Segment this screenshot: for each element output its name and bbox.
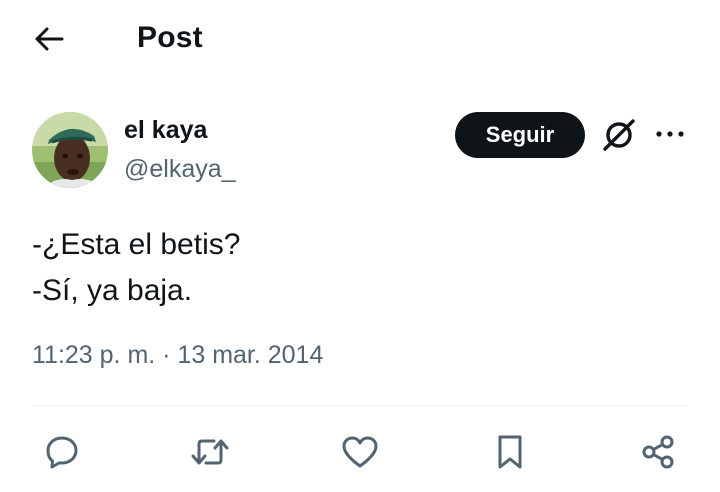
share-icon — [642, 435, 674, 469]
arrow-left-icon — [35, 27, 64, 51]
repost-button[interactable] — [190, 432, 230, 472]
reply-icon — [46, 436, 78, 469]
more-horizontal-icon[interactable] — [654, 126, 686, 142]
share-button[interactable] — [638, 432, 678, 472]
tweet-text: -¿Esta el betis? -Sí, ya baja. — [32, 222, 672, 314]
top-bar: Post — [0, 0, 720, 80]
repost-icon — [191, 439, 229, 465]
tweet-line: -¿Esta el betis? — [32, 228, 241, 261]
tweet-timestamp[interactable]: 11:23 p. m. · 13 mar. 2014 — [32, 341, 323, 370]
follow-button[interactable]: Seguir — [455, 112, 585, 158]
divider — [32, 405, 688, 406]
tweet-line: -Sí, ya baja. — [32, 274, 193, 307]
bookmark-icon — [498, 435, 522, 469]
bookmark-button[interactable] — [490, 432, 530, 472]
like-button[interactable] — [340, 432, 380, 472]
grok-icon[interactable] — [601, 115, 639, 153]
back-button[interactable] — [32, 24, 66, 54]
author-handle[interactable]: @elkaya_ — [124, 155, 236, 184]
like-heart-icon — [342, 436, 378, 468]
author-name[interactable]: el kaya — [124, 116, 207, 145]
reply-button[interactable] — [42, 432, 82, 472]
avatar[interactable] — [32, 112, 108, 188]
page-title: Post — [137, 21, 203, 54]
